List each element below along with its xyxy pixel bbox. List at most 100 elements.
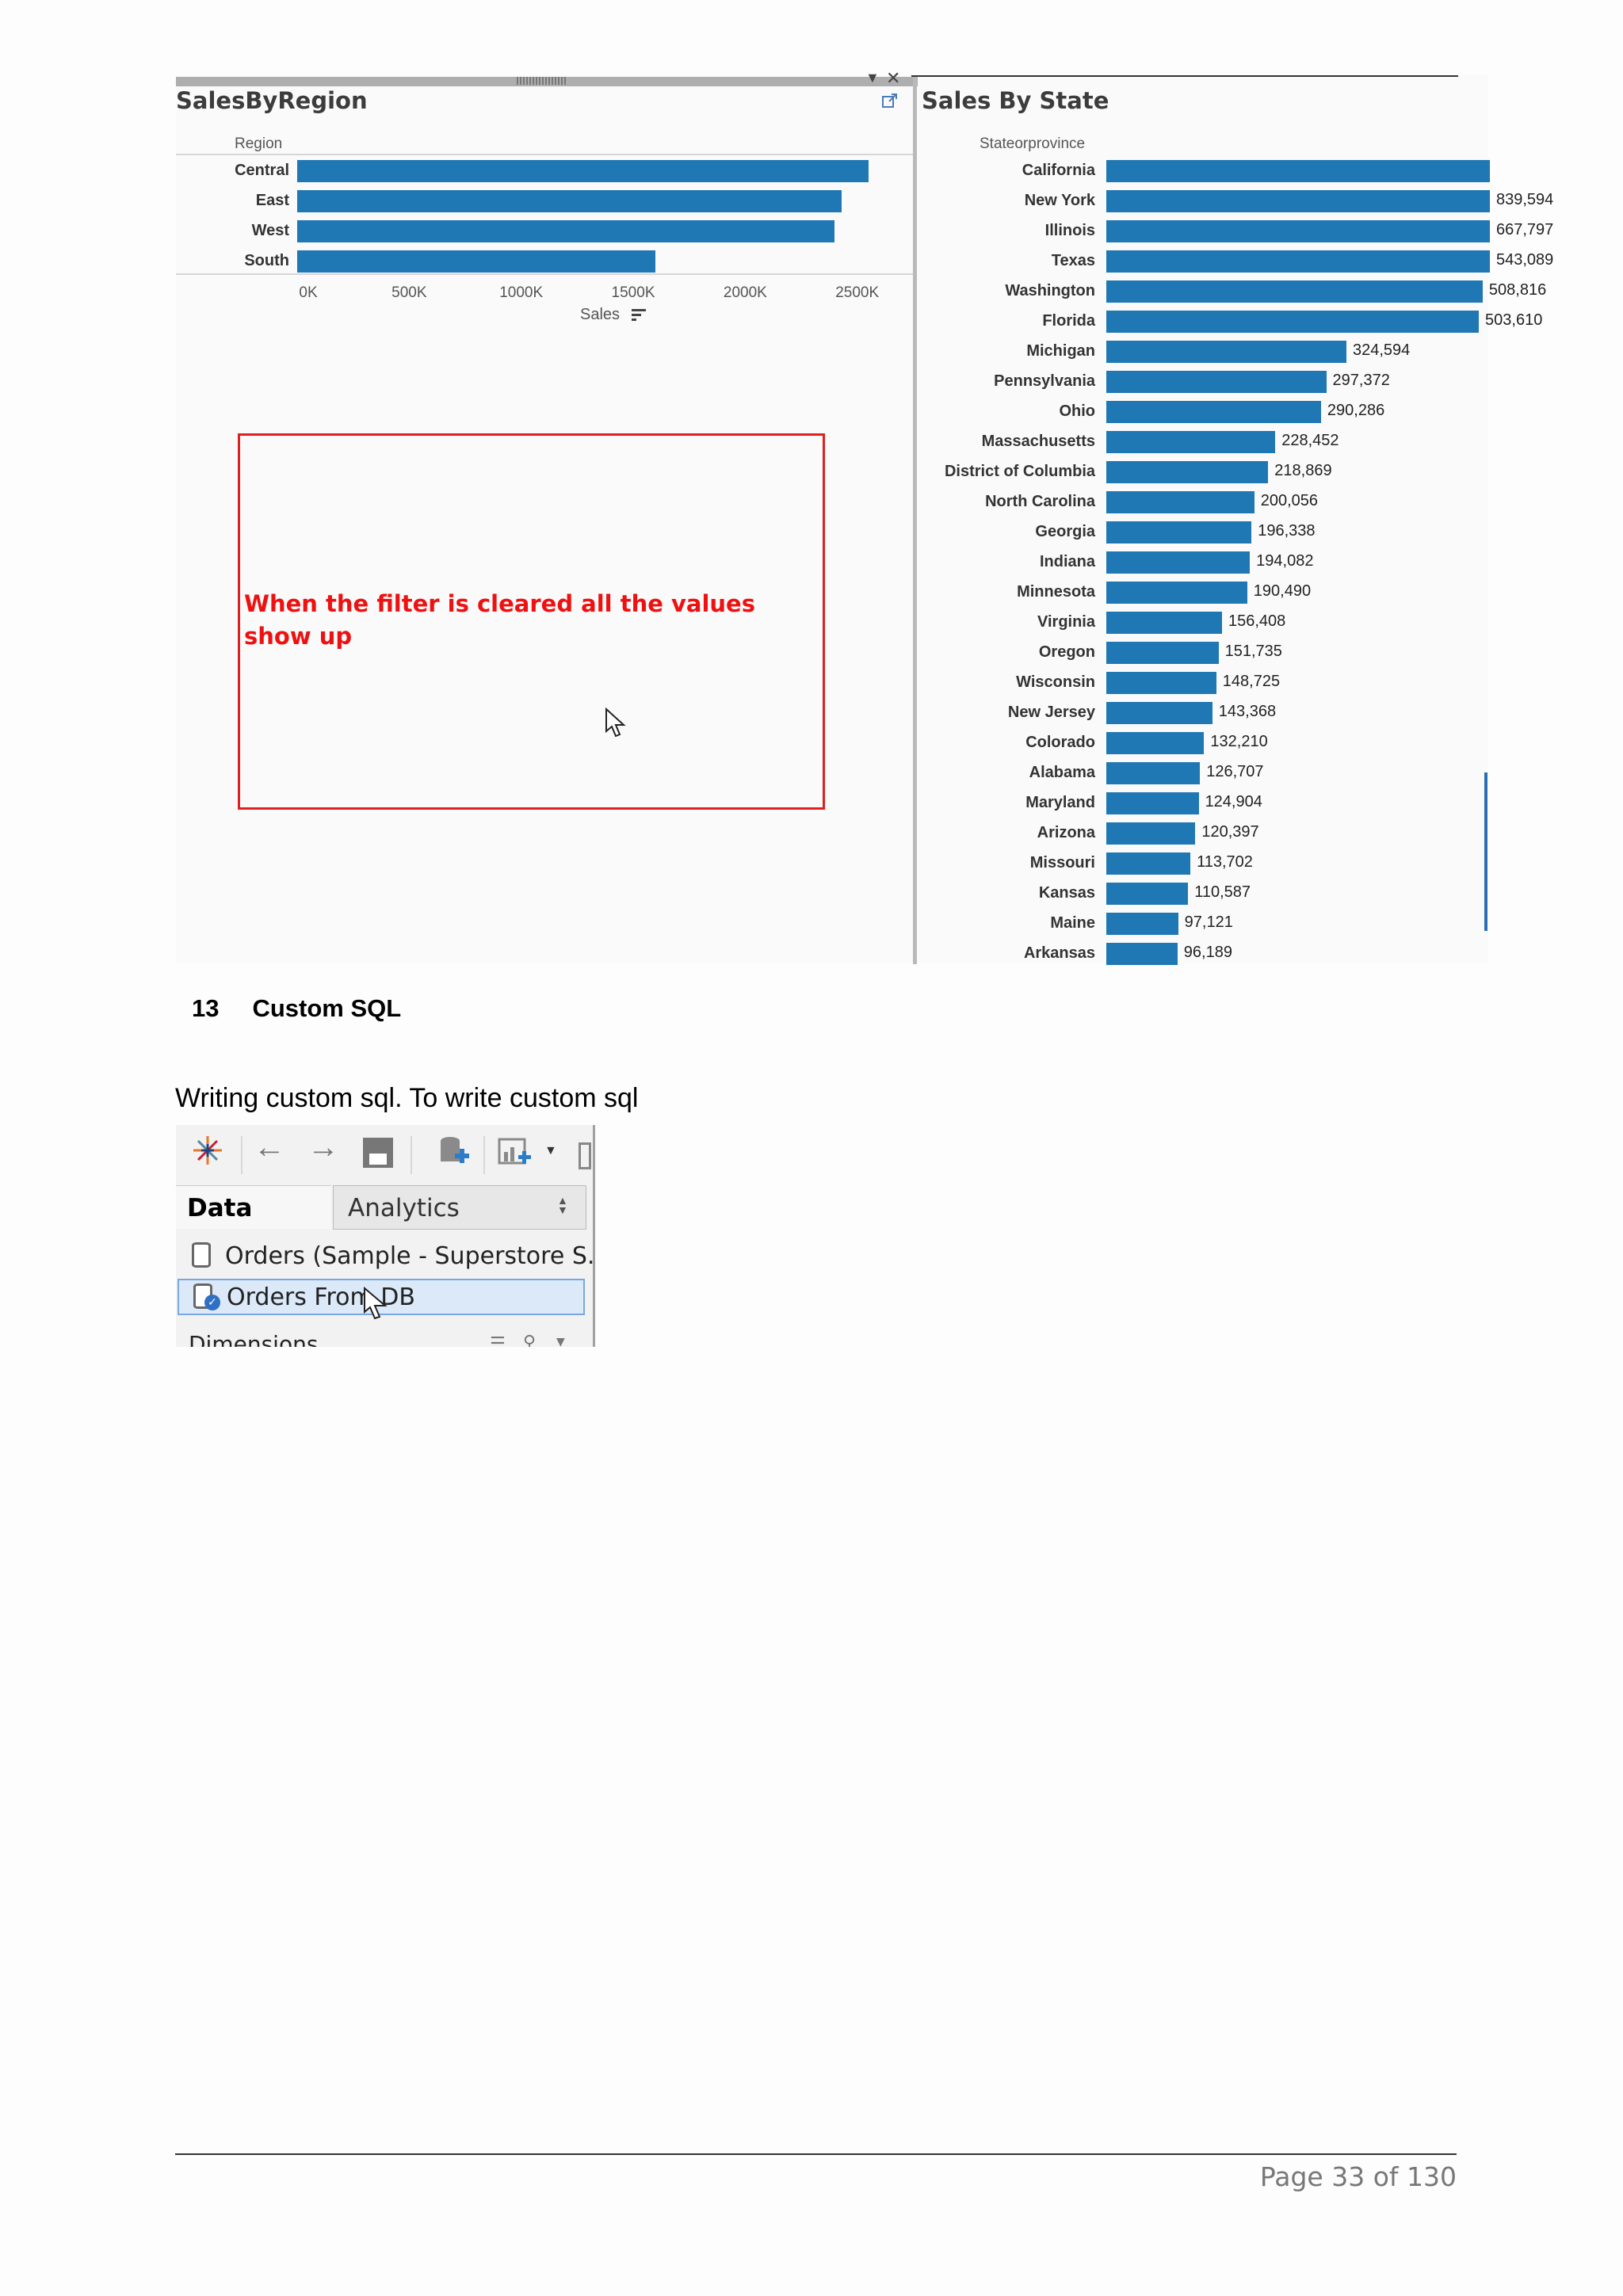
state-label: Indiana xyxy=(1039,553,1095,570)
state-label: Georgia xyxy=(1035,523,1095,540)
region-label: Central xyxy=(235,162,289,179)
state-bar xyxy=(1106,702,1212,724)
state-label: Florida xyxy=(1042,312,1095,330)
top-rule xyxy=(911,75,1458,77)
state-bar xyxy=(1106,341,1346,363)
state-bar xyxy=(1106,822,1196,845)
state-bar xyxy=(1106,220,1490,242)
state-label: Alabama xyxy=(1029,764,1095,781)
state-bar xyxy=(1106,943,1178,965)
state-value-label: 290,286 xyxy=(1327,402,1385,419)
pointer-cursor-icon xyxy=(363,1286,390,1328)
axis-rule xyxy=(176,273,913,275)
left-dim-header: Region xyxy=(235,135,283,152)
state-bar xyxy=(1106,160,1490,182)
page-number: Page 33 of 130 xyxy=(1259,2161,1457,2192)
state-value-label: 194,082 xyxy=(1256,552,1314,570)
x-tick-label: 2500K xyxy=(835,284,880,301)
x-tick-label: 2000K xyxy=(723,284,767,301)
state-value-label: 156,408 xyxy=(1228,612,1286,630)
new-datasource-icon[interactable] xyxy=(437,1135,472,1169)
state-value-label: 324,594 xyxy=(1352,341,1411,359)
state-bar xyxy=(1106,762,1201,784)
list-icon[interactable]: ☰ xyxy=(490,1334,506,1347)
external-link-icon[interactable] xyxy=(881,92,899,109)
tableau-logo-icon[interactable] xyxy=(190,1133,225,1176)
state-label: North Carolina xyxy=(985,493,1095,510)
state-bar xyxy=(1106,491,1254,513)
state-value-label: 503,610 xyxy=(1485,311,1543,329)
dimensions-header-partial: Dimensions ☰ ⚲ ▼ xyxy=(178,1325,585,1347)
state-bar xyxy=(1106,190,1490,212)
scrollbar-indicator[interactable] xyxy=(1484,772,1487,931)
state-label: Maine xyxy=(1050,914,1095,932)
pane-divider[interactable] xyxy=(913,77,917,964)
state-value-label: 113,702 xyxy=(1197,853,1253,871)
search-icon[interactable]: ⚲ xyxy=(523,1333,536,1347)
drag-handle[interactable] xyxy=(517,77,566,85)
state-label: Massachusetts xyxy=(981,433,1095,450)
state-label: Maryland xyxy=(1025,794,1095,811)
state-bar xyxy=(1106,913,1178,935)
state-label: Colorado xyxy=(1025,734,1095,751)
close-icon[interactable]: ✕ xyxy=(886,68,900,89)
dropdown-arrow-icon[interactable]: ▼ xyxy=(865,70,880,86)
section-title: Custom SQL xyxy=(252,994,402,1022)
region-bar xyxy=(297,250,656,273)
x-tick-label: 1000K xyxy=(499,284,544,301)
header-rule xyxy=(176,154,913,155)
database-icon xyxy=(192,1242,211,1268)
sort-icon[interactable] xyxy=(632,308,647,324)
state-value-label: 200,056 xyxy=(1260,492,1319,509)
state-value-label: 124,904 xyxy=(1205,793,1262,810)
back-arrow-icon[interactable]: ← xyxy=(254,1130,285,1165)
body-paragraph: Writing custom sql. To write custom sql xyxy=(175,1083,639,1113)
state-bar xyxy=(1106,883,1189,905)
tab-data[interactable]: Data xyxy=(176,1185,331,1229)
region-label: West xyxy=(251,222,289,239)
state-label: District of Columbia xyxy=(944,463,1095,480)
state-value-label: 148,725 xyxy=(1222,673,1281,690)
region-label: South xyxy=(244,252,289,269)
save-icon[interactable] xyxy=(363,1138,393,1168)
sort-arrows-icon[interactable]: ▲ ▼ xyxy=(557,1195,568,1215)
left-axis-title: Sales xyxy=(580,306,621,323)
data-pane-screenshot: ← → ▼ Data Analytics ▲ ▼ Orders (Sample -… xyxy=(176,1125,595,1347)
state-label: Wisconsin xyxy=(1016,673,1095,691)
right-dim-header: Stateorprovince xyxy=(980,135,1086,152)
datasource-item[interactable]: Orders (Sample - Superstore S... xyxy=(178,1238,593,1274)
state-label: Arizona xyxy=(1037,824,1095,841)
state-bar xyxy=(1106,612,1222,634)
region-bar xyxy=(297,190,842,212)
state-label: Arkansas xyxy=(1023,944,1095,962)
state-bar xyxy=(1106,582,1247,604)
state-label: New York xyxy=(1024,192,1095,209)
tab-data-label: Data xyxy=(187,1194,253,1222)
tab-analytics[interactable]: Analytics ▲ ▼ xyxy=(333,1185,586,1230)
state-label: Michigan xyxy=(1026,342,1095,360)
left-chart-title: SalesByRegion xyxy=(176,87,368,114)
check-badge-icon: ✓ xyxy=(204,1295,220,1310)
state-value-label: 120,397 xyxy=(1201,823,1259,841)
state-bar xyxy=(1106,280,1483,303)
state-bar xyxy=(1106,672,1216,694)
x-tick-label: 500K xyxy=(391,284,427,301)
state-value-label: 132,210 xyxy=(1210,733,1268,750)
state-bar xyxy=(1106,431,1276,453)
state-value-label: 196,338 xyxy=(1258,522,1316,540)
state-value-label: 143,368 xyxy=(1218,703,1277,720)
forward-arrow-icon[interactable]: → xyxy=(307,1130,339,1165)
state-value-label: 667,797 xyxy=(1496,221,1554,238)
dimensions-label: Dimensions xyxy=(189,1331,319,1347)
datasource-item-selected[interactable]: ✓ Orders From DB xyxy=(178,1279,585,1320)
state-bar xyxy=(1106,461,1269,483)
state-label: Illinois xyxy=(1044,222,1095,239)
annotation-text: When the filter is cleared all the value… xyxy=(244,590,755,650)
chevron-down-icon[interactable]: ▼ xyxy=(556,1336,565,1347)
region-label: East xyxy=(255,192,289,209)
footer-rule xyxy=(175,2153,1457,2155)
new-sheet-icon[interactable] xyxy=(498,1136,537,1171)
state-value-label: 126,707 xyxy=(1206,763,1264,780)
chevron-down-icon[interactable]: ▼ xyxy=(544,1144,557,1158)
state-value-label: 218,869 xyxy=(1274,462,1332,479)
